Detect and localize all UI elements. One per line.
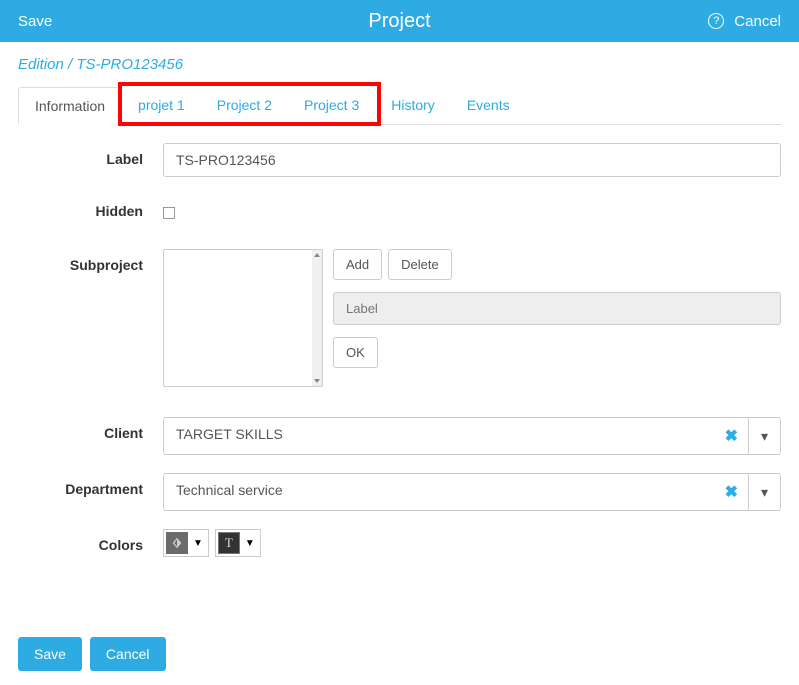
label-client: Client	[18, 417, 163, 441]
row-department: Department Technical service ✖ ▾	[18, 473, 781, 511]
text-color-picker[interactable]: T ▼	[215, 529, 261, 557]
header-right: ? Cancel	[708, 13, 781, 30]
text-color-icon: T	[218, 532, 240, 554]
department-dropdown-icon[interactable]: ▾	[748, 474, 780, 510]
ok-button[interactable]: OK	[333, 337, 378, 368]
fill-color-icon	[166, 532, 188, 554]
tab-project-2[interactable]: Project 2	[201, 87, 288, 124]
modal-content: Edition / TS-PRO123456 Information proje…	[0, 42, 799, 685]
footer-save-button[interactable]: Save	[18, 637, 82, 671]
fill-color-arrow-icon: ▼	[190, 538, 206, 549]
subproject-controls: Add Delete OK	[333, 249, 781, 387]
label-hidden: Hidden	[18, 195, 163, 219]
row-hidden: Hidden	[18, 195, 781, 219]
add-button[interactable]: Add	[333, 249, 382, 280]
row-client: Client TARGET SKILLS ✖ ▾	[18, 417, 781, 455]
breadcrumb: Edition / TS-PRO123456	[18, 56, 781, 73]
row-subproject: Subproject Add Delete OK	[18, 249, 781, 387]
label-department: Department	[18, 473, 163, 497]
modal-header: Save Project ? Cancel	[0, 0, 799, 42]
label-label: Label	[18, 143, 163, 167]
client-dropdown-icon[interactable]: ▾	[748, 418, 780, 454]
department-value: Technical service	[164, 474, 715, 510]
label-subproject: Subproject	[18, 249, 163, 273]
row-colors: Colors ▼ T ▼	[18, 529, 781, 557]
client-value: TARGET SKILLS	[164, 418, 715, 454]
department-clear-icon[interactable]: ✖	[715, 474, 748, 510]
label-colors: Colors	[18, 529, 163, 553]
tab-bar: Information projet 1 Project 2 Project 3…	[18, 87, 781, 125]
header-save-button[interactable]: Save	[18, 13, 52, 30]
client-clear-icon[interactable]: ✖	[715, 418, 748, 454]
modal-title: Project	[368, 10, 430, 33]
tab-projet-1[interactable]: projet 1	[122, 87, 201, 124]
footer-cancel-button[interactable]: Cancel	[90, 637, 166, 671]
subproject-listbox[interactable]	[163, 249, 323, 387]
text-color-arrow-icon: ▼	[242, 538, 258, 549]
header-cancel-button[interactable]: Cancel	[734, 13, 781, 30]
tab-history[interactable]: History	[375, 87, 451, 124]
hidden-checkbox[interactable]	[163, 207, 175, 219]
client-select[interactable]: TARGET SKILLS ✖ ▾	[163, 417, 781, 455]
tab-events[interactable]: Events	[451, 87, 526, 124]
footer-buttons: Save Cancel	[18, 637, 781, 671]
department-select[interactable]: Technical service ✖ ▾	[163, 473, 781, 511]
row-label: Label	[18, 143, 781, 177]
delete-button[interactable]: Delete	[388, 249, 452, 280]
fill-color-picker[interactable]: ▼	[163, 529, 209, 557]
subproject-label-input[interactable]	[333, 292, 781, 325]
tab-information[interactable]: Information	[18, 87, 122, 125]
listbox-scrollbar[interactable]	[312, 250, 322, 386]
tab-project-3[interactable]: Project 3	[288, 87, 375, 124]
help-icon[interactable]: ?	[708, 13, 724, 29]
label-input[interactable]	[163, 143, 781, 177]
